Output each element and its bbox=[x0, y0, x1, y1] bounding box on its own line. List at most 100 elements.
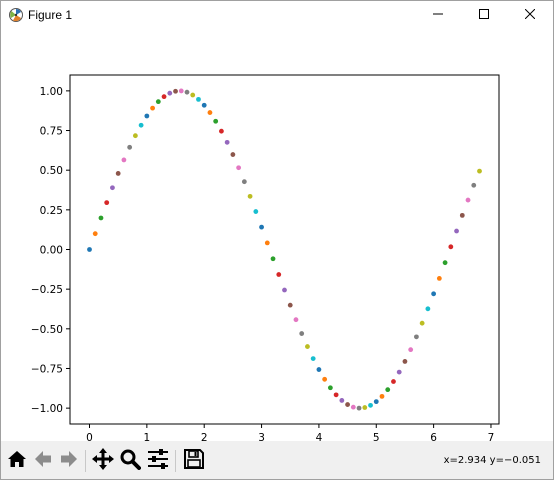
data-point bbox=[213, 118, 219, 124]
x-tick-label: 7 bbox=[488, 432, 495, 441]
matplotlib-logo-icon bbox=[8, 7, 24, 23]
magnifier-icon bbox=[119, 448, 141, 475]
data-point bbox=[282, 287, 287, 293]
data-point bbox=[178, 88, 184, 94]
data-point bbox=[201, 102, 207, 108]
data-point bbox=[219, 128, 224, 134]
data-point bbox=[305, 344, 310, 349]
data-point bbox=[144, 113, 150, 119]
home-button[interactable] bbox=[5, 449, 29, 473]
back-button[interactable] bbox=[31, 449, 55, 473]
zoom-button[interactable] bbox=[118, 449, 142, 473]
data-point bbox=[425, 306, 431, 312]
x-tick-label: 3 bbox=[258, 432, 265, 441]
data-point bbox=[350, 404, 356, 410]
data-point bbox=[155, 99, 161, 105]
data-point bbox=[241, 179, 247, 185]
pan-button[interactable] bbox=[91, 447, 115, 475]
data-point bbox=[327, 385, 333, 391]
data-point bbox=[322, 376, 328, 382]
data-point bbox=[173, 88, 178, 94]
data-point bbox=[448, 244, 454, 250]
minimize-button[interactable] bbox=[415, 1, 461, 29]
data-point bbox=[385, 387, 391, 393]
axes-frame bbox=[69, 74, 500, 425]
data-point bbox=[471, 182, 477, 188]
data-point bbox=[259, 224, 264, 230]
data-point bbox=[287, 302, 293, 308]
data-point bbox=[431, 291, 437, 297]
data-point bbox=[276, 272, 282, 277]
data-point bbox=[299, 331, 305, 336]
y-tick-label: 0.50 bbox=[40, 165, 63, 177]
data-point bbox=[132, 133, 138, 139]
left-arrow-icon bbox=[33, 449, 53, 474]
y-tick-label: −0.50 bbox=[31, 324, 63, 336]
y-tick-label: 0.00 bbox=[40, 245, 63, 257]
data-point bbox=[396, 369, 402, 375]
figure-window: Figure 1 0 1 2 3 4 5 6 7 −1.00 −0.75 −0.50 −0.25 0.0… bbox=[0, 0, 554, 480]
configure-subplots-button[interactable] bbox=[146, 448, 170, 473]
y-tick-label: 0.75 bbox=[40, 126, 63, 138]
data-point bbox=[253, 209, 259, 214]
data-point bbox=[110, 185, 115, 191]
right-arrow-icon bbox=[59, 449, 79, 474]
x-tick-label: 1 bbox=[144, 432, 151, 441]
data-point bbox=[408, 347, 414, 353]
x-tick-label: 5 bbox=[373, 432, 380, 441]
navigation-toolbar: x=2.934 y=−0.051 bbox=[1, 441, 553, 479]
x-tick-label: 6 bbox=[430, 432, 437, 441]
y-tick-label: 1.00 bbox=[40, 86, 63, 98]
close-icon bbox=[524, 6, 536, 24]
data-point bbox=[270, 256, 276, 262]
data-point bbox=[379, 393, 385, 399]
y-tick-label: −1.00 bbox=[31, 403, 63, 415]
maximize-button[interactable] bbox=[461, 1, 507, 29]
data-point bbox=[436, 276, 442, 281]
data-point bbox=[184, 89, 190, 95]
y-tick-label: −0.25 bbox=[31, 284, 63, 296]
data-point bbox=[150, 105, 155, 111]
data-point bbox=[167, 90, 173, 96]
scatter-plot: 0 1 2 3 4 5 6 7 −1.00 −0.75 −0.50 −0.25 0.00 0.25 0.50… bbox=[31, 74, 500, 444]
data-point bbox=[92, 231, 98, 237]
data-point bbox=[138, 122, 144, 128]
y-tick-label: 0.25 bbox=[40, 205, 63, 217]
data-point bbox=[196, 96, 201, 102]
save-button[interactable] bbox=[182, 448, 206, 473]
data-point bbox=[339, 398, 345, 403]
data-point bbox=[333, 392, 339, 398]
data-point bbox=[454, 228, 459, 234]
data-point bbox=[115, 171, 121, 176]
close-button[interactable] bbox=[507, 1, 553, 29]
data-point bbox=[98, 215, 104, 221]
data-point bbox=[127, 144, 133, 150]
data-point bbox=[362, 405, 368, 410]
x-tick-label: 2 bbox=[201, 432, 208, 441]
data-point bbox=[391, 379, 396, 384]
data-point bbox=[310, 356, 316, 362]
minimize-icon bbox=[433, 6, 443, 24]
figure-canvas[interactable]: 0 1 2 3 4 5 6 7 −1.00 −0.75 −0.50 −0.25 0.00 0.25 0.50… bbox=[1, 29, 553, 444]
data-point bbox=[104, 200, 110, 206]
data-point bbox=[442, 260, 448, 266]
data-point bbox=[402, 359, 408, 364]
data-point bbox=[190, 92, 196, 98]
data-point bbox=[414, 334, 419, 340]
data-point bbox=[247, 193, 253, 199]
forward-button[interactable] bbox=[57, 449, 81, 473]
move-icon bbox=[92, 447, 114, 475]
data-point bbox=[368, 402, 373, 408]
data-point bbox=[477, 168, 482, 174]
data-point bbox=[121, 157, 127, 163]
window-title: Figure 1 bbox=[28, 8, 73, 22]
data-point bbox=[161, 94, 167, 100]
data-point bbox=[236, 165, 242, 171]
title-bar: Figure 1 bbox=[1, 1, 553, 29]
data-point bbox=[345, 402, 350, 407]
data-point bbox=[459, 212, 465, 218]
data-point bbox=[207, 110, 213, 115]
cursor-coordinates-readout: x=2.934 y=−0.051 bbox=[443, 455, 541, 466]
home-icon bbox=[7, 449, 27, 474]
data-point bbox=[316, 367, 322, 372]
